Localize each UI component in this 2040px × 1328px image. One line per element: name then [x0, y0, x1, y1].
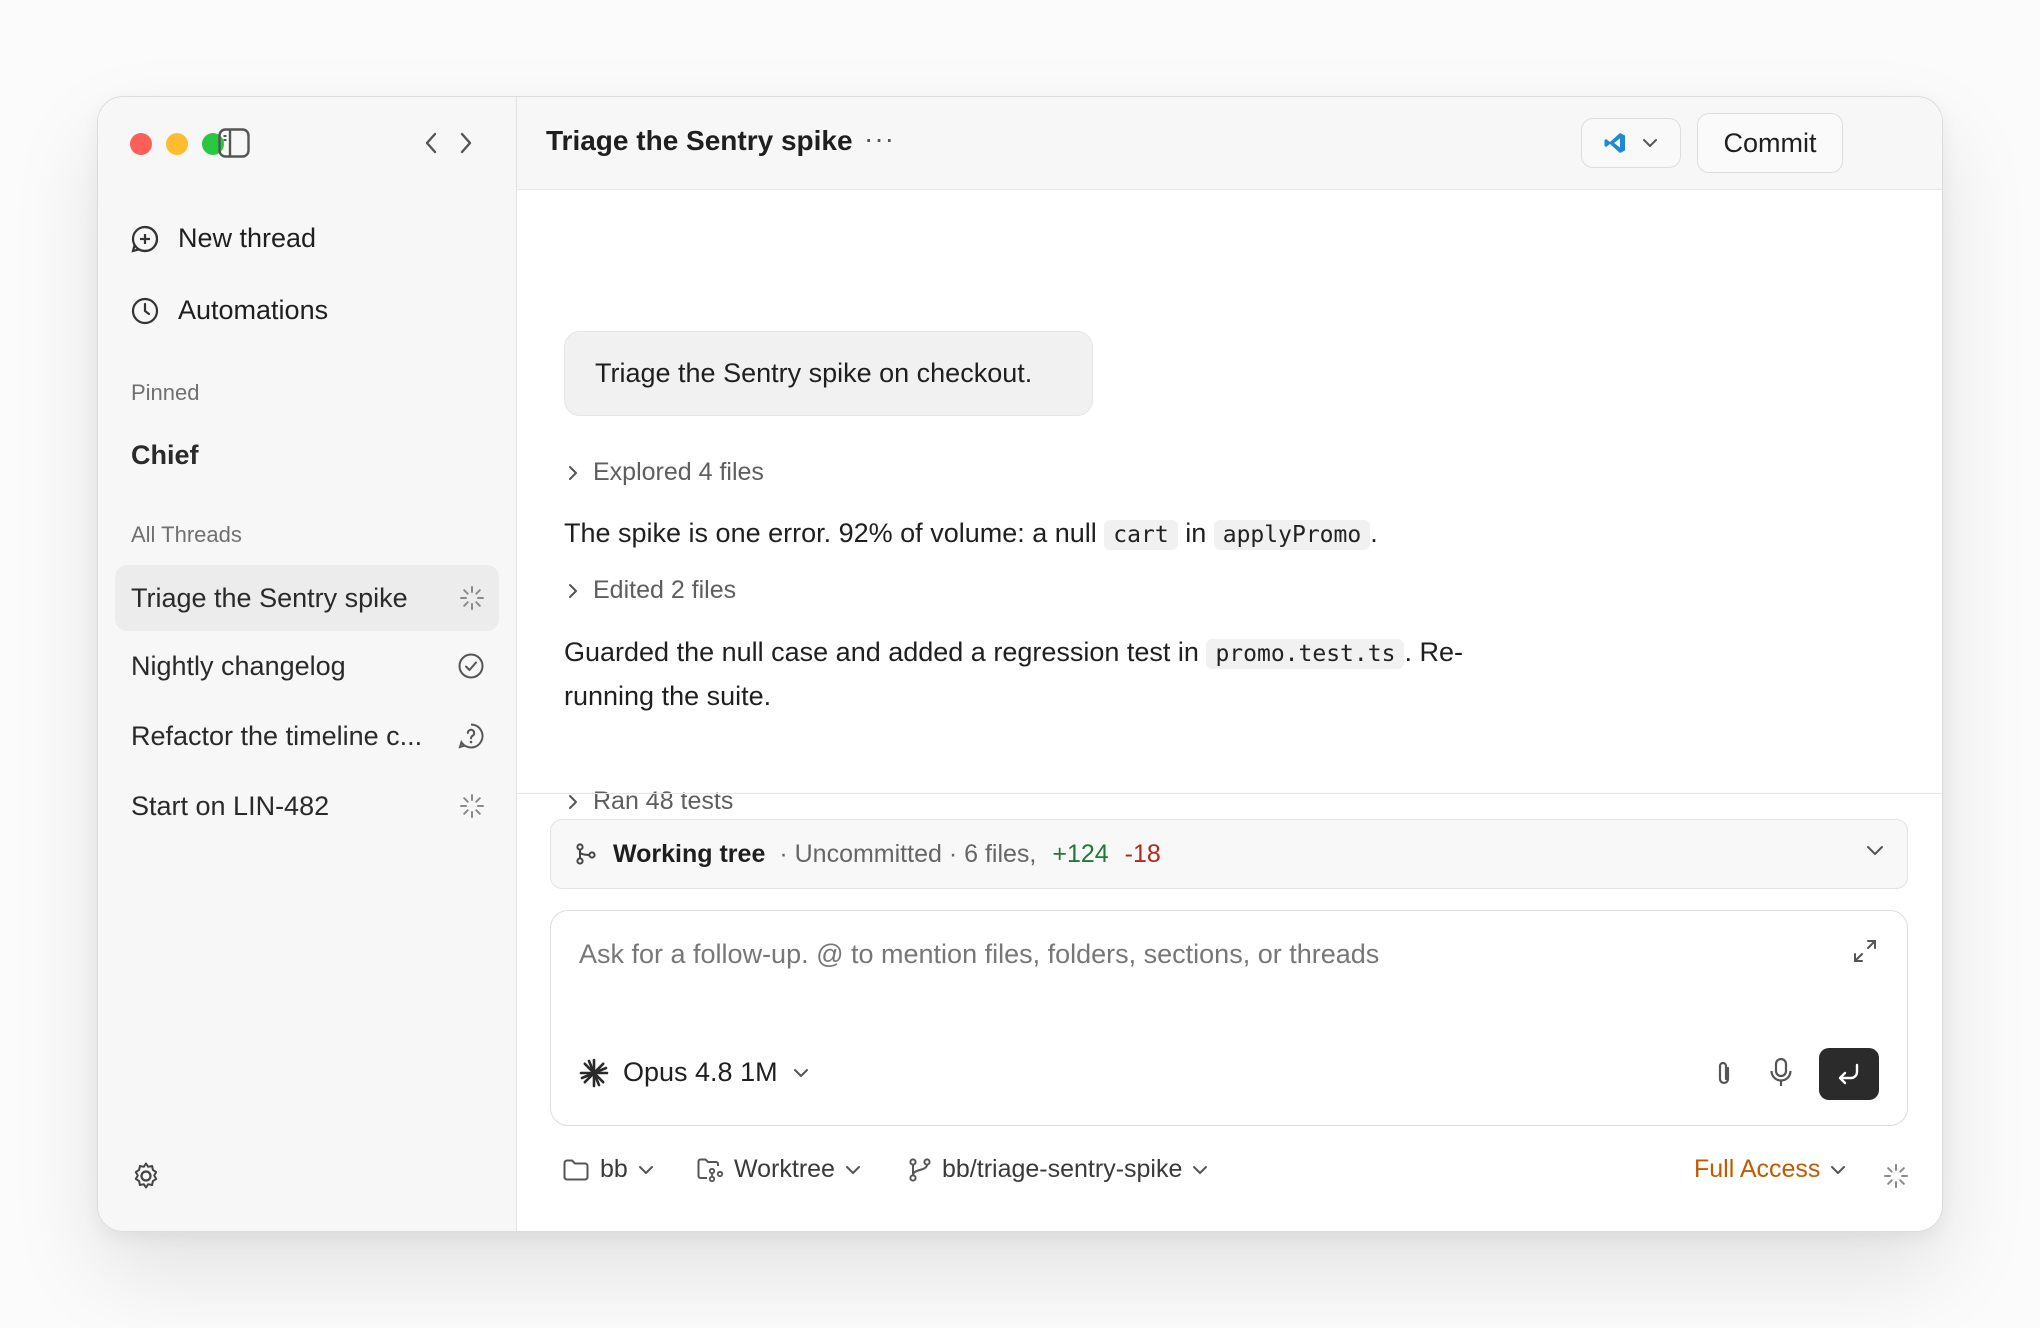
project-label: bb [600, 1155, 628, 1183]
vscode-icon [1603, 131, 1627, 155]
pinned-item-label: Chief [131, 439, 199, 470]
clock-icon [130, 296, 160, 326]
question-bubble-icon [457, 722, 485, 750]
chevron-right-icon [567, 464, 579, 482]
text: Guarded the null case and added a regres… [564, 637, 1199, 667]
forward-icon[interactable] [458, 131, 474, 155]
project-selector[interactable]: bb [562, 1155, 654, 1184]
thread-item-label: Nightly changelog [131, 650, 346, 681]
thread-item-label: Start on LIN-482 [131, 790, 330, 821]
assistant-message-2: Guarded the null case and added a regres… [564, 631, 1564, 717]
chevron-down-icon [792, 1067, 810, 1079]
commit-button[interactable]: Commit [1697, 113, 1843, 173]
minimize-window-button[interactable] [166, 133, 188, 155]
user-message-text: Triage the Sentry spike on checkout. [595, 358, 1033, 388]
all-threads-section-label: All Threads [131, 522, 242, 547]
message-line: running the suite. [564, 681, 772, 711]
inline-code: cart [1104, 520, 1178, 550]
pinned-item-chief[interactable]: Chief [115, 422, 499, 488]
sidebar-toggle-icon[interactable] [218, 128, 250, 158]
additions-count: +124 [1052, 839, 1109, 868]
access-label: Full Access [1694, 1155, 1821, 1183]
folder-icon [562, 1158, 590, 1182]
new-thread-label: New thread [178, 223, 317, 253]
divider [516, 793, 1942, 794]
spinner-icon [459, 585, 485, 611]
working-tree-meta: · Uncommitted · 6 files, [779, 839, 1037, 868]
workspace-selector[interactable]: Worktree [696, 1155, 861, 1184]
spinner-icon [459, 793, 485, 819]
branch-selector[interactable]: bb/triage-sentry-spike [908, 1155, 1208, 1184]
step-label: Explored 4 files [593, 458, 764, 486]
conversation: Triage the Sentry spike on checkout. Exp… [517, 190, 1942, 890]
composer: Ask for a follow-up. @ to mention files,… [550, 910, 1908, 1126]
expand-icon[interactable] [1851, 937, 1879, 965]
worktree-icon [696, 1157, 724, 1183]
send-button[interactable] [1819, 1048, 1879, 1100]
new-thread-button[interactable]: New thread [130, 223, 316, 254]
workspace-label: Worktree [734, 1155, 835, 1183]
thread-item-label: Refactor the timeline c... [131, 720, 423, 751]
text: in [1185, 518, 1207, 548]
follow-up-input[interactable]: Ask for a follow-up. @ to mention files,… [579, 939, 1379, 970]
chevron-down-icon [845, 1165, 861, 1175]
chevron-down-icon [1641, 137, 1659, 149]
step-label: Ran 48 tests [593, 787, 734, 815]
deletions-count: -18 [1124, 839, 1161, 868]
working-tree-title: Working tree [613, 839, 766, 868]
more-options-button[interactable]: ··· [864, 123, 895, 155]
branch-icon [575, 842, 597, 866]
settings-gear-icon[interactable] [131, 1161, 161, 1191]
explored-files-step[interactable]: Explored 4 files [567, 458, 764, 487]
branch-label: bb/triage-sentry-spike [942, 1155, 1183, 1183]
model-picker[interactable]: Opus 4.8 1M [579, 1057, 810, 1088]
window-controls [130, 133, 224, 155]
thread-header: Triage the Sentry spike ··· Commit [517, 97, 1942, 190]
claude-burst-icon [579, 1058, 609, 1088]
return-arrow-icon [1835, 1062, 1863, 1086]
chevron-right-icon [567, 793, 579, 811]
thread-item-lin-482[interactable]: Start on LIN-482 [115, 773, 499, 839]
chevron-right-icon [567, 582, 579, 600]
working-tree-bar[interactable]: Working tree · Uncommitted · 6 files, +1… [550, 819, 1908, 889]
model-label: Opus 4.8 1M [623, 1057, 778, 1087]
thread-item-triage-sentry-spike[interactable]: Triage the Sentry spike [115, 565, 499, 631]
step-label: Edited 2 files [593, 576, 737, 604]
check-circle-icon [457, 652, 485, 680]
attach-icon[interactable] [1711, 1059, 1737, 1089]
text: . Re- [1404, 637, 1463, 667]
new-thread-icon [130, 224, 160, 254]
text: The spike is one error. 92% of volume: a… [564, 518, 1097, 548]
text: . [1370, 518, 1378, 548]
thread-item-refactor-timeline[interactable]: Refactor the timeline c... [115, 703, 499, 769]
back-icon[interactable] [423, 131, 439, 155]
edited-files-step[interactable]: Edited 2 files [567, 576, 736, 605]
thread-item-nightly-changelog[interactable]: Nightly changelog [115, 633, 499, 699]
pinned-section-label: Pinned [131, 380, 200, 405]
close-window-button[interactable] [130, 133, 152, 155]
inline-code: applyPromo [1213, 520, 1371, 550]
inline-code: promo.test.ts [1206, 639, 1405, 669]
spinner-icon [1883, 1163, 1909, 1189]
automations-label: Automations [178, 295, 329, 325]
page-title: Triage the Sentry spike [546, 125, 853, 156]
chevron-down-icon [638, 1165, 654, 1175]
message-line: Guarded the null case and added a regres… [564, 631, 1564, 675]
automations-button[interactable]: Automations [130, 295, 328, 326]
chevron-down-icon [1192, 1165, 1208, 1175]
user-message: Triage the Sentry spike on checkout. [564, 331, 1093, 416]
chevron-down-icon[interactable] [1865, 844, 1885, 858]
microphone-icon[interactable] [1768, 1057, 1794, 1089]
assistant-message-1: The spike is one error. 92% of volume: a… [564, 512, 1378, 556]
ran-tests-step[interactable]: Ran 48 tests [567, 787, 733, 816]
git-branch-icon [908, 1157, 932, 1183]
thread-item-label: Triage the Sentry spike [131, 582, 408, 613]
open-in-editor-button[interactable] [1581, 118, 1681, 168]
access-level-selector[interactable]: Full Access [1694, 1155, 1846, 1184]
chevron-down-icon [1830, 1165, 1846, 1175]
sidebar: New thread Automations Pinned Chief All … [98, 97, 517, 1231]
